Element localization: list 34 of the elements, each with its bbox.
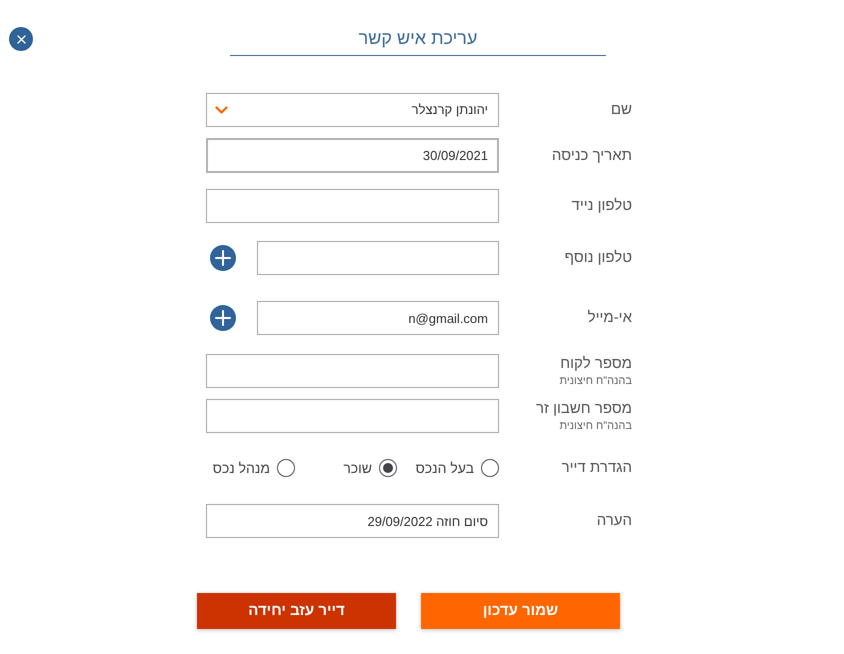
field-label: מספר חשבון זר xyxy=(536,400,632,418)
date-field[interactable]: 30/09/2021 xyxy=(206,138,499,173)
text-field[interactable] xyxy=(206,354,499,388)
field-label: טלפון נוסף xyxy=(564,249,632,267)
radio-button[interactable] xyxy=(277,459,295,477)
radio-button[interactable] xyxy=(379,459,397,477)
field-label: הגדרת דייר xyxy=(562,459,632,477)
text-field[interactable] xyxy=(257,241,499,275)
leave-unit-button[interactable]: דייר עזב יחידה xyxy=(197,593,396,629)
text-field[interactable] xyxy=(206,189,499,223)
field-label: תאריך כניסה xyxy=(552,146,632,164)
field-hint: בהנה"ח חיצונית xyxy=(560,418,632,432)
add-button[interactable] xyxy=(210,305,236,331)
dialog-title: עריכת איש קשר xyxy=(358,27,478,50)
field-label: טלפון נייד xyxy=(572,197,632,215)
field-label: מספר לקוח xyxy=(560,354,632,372)
close-icon xyxy=(16,34,26,44)
text-field[interactable]: n@gmail.com xyxy=(257,301,499,335)
plus-icon xyxy=(215,310,231,326)
add-button[interactable] xyxy=(210,245,236,271)
name-dropdown[interactable]: יהונתן קרנצלר xyxy=(206,93,499,127)
text-field[interactable] xyxy=(206,399,499,433)
text-field[interactable]: סיום חוזה 29/09/2022 xyxy=(206,504,499,538)
field-label: שם xyxy=(610,101,632,119)
plus-icon xyxy=(215,250,231,266)
field-hint: בהנה"ח חיצונית xyxy=(560,374,632,388)
field-label: הערה xyxy=(596,512,632,530)
radio-label: שוכר xyxy=(343,458,372,478)
radio-label: מנהל נכס xyxy=(212,458,270,478)
field-label: אי-מייל xyxy=(588,309,632,327)
chevron-down-icon xyxy=(215,106,228,114)
radio-button[interactable] xyxy=(481,459,499,477)
radio-label: בעל הנכס xyxy=(416,458,474,478)
close-button[interactable] xyxy=(9,27,33,51)
